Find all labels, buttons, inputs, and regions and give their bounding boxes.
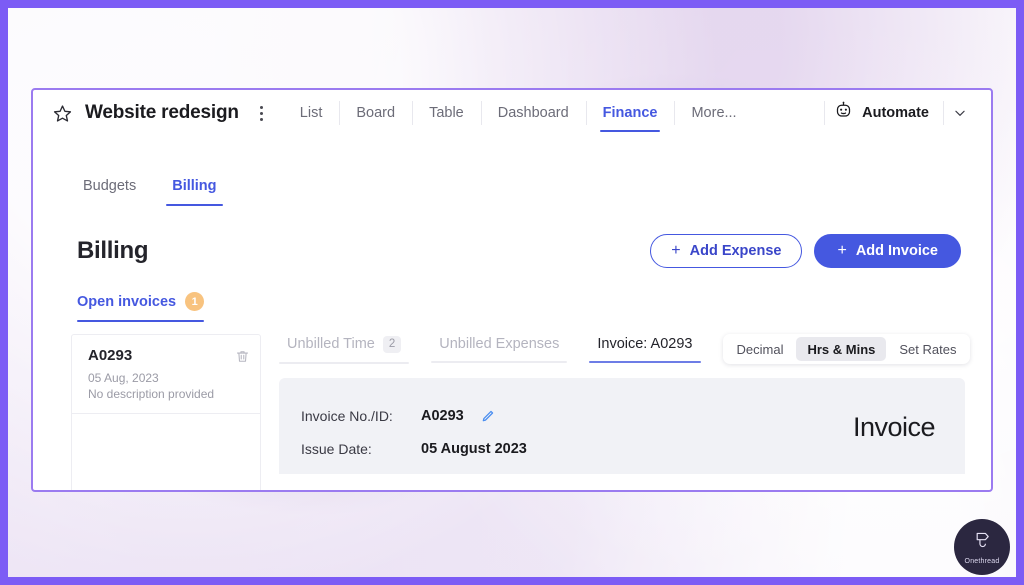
tab-unbilled-expenses-label: Unbilled Expenses <box>439 336 560 352</box>
field-issue-date-label: Issue Date: <box>301 441 372 457</box>
tab-table[interactable]: Table <box>412 90 481 136</box>
automate-label: Automate <box>862 105 929 121</box>
pencil-icon[interactable] <box>480 409 495 424</box>
page-title: Website redesign <box>85 102 239 123</box>
robot-icon <box>834 101 853 125</box>
invoice-summary: A0293 05 Aug, 2023 No description provid… <box>88 347 235 401</box>
billing-actions: + Add Expense + Add Invoice <box>650 234 961 268</box>
tab-table-label: Table <box>429 105 464 121</box>
tab-finance-label: Finance <box>602 105 658 121</box>
invoice-detail-panel: Unbilled Time 2 Unbilled Expenses Invoic… <box>261 334 991 490</box>
billing-body: A0293 05 Aug, 2023 No description provid… <box>33 334 991 490</box>
plus-icon: + <box>671 242 681 259</box>
tab-open-invoices[interactable]: Open invoices 1 <box>77 292 205 322</box>
tab-more[interactable]: More... <box>674 90 753 136</box>
segment-set-rates-label: Set Rates <box>899 341 957 357</box>
app-window: Website redesign List Board Table Dashbo… <box>31 88 993 492</box>
add-invoice-button[interactable]: + Add Invoice <box>814 234 961 268</box>
tab-list[interactable]: List <box>283 90 340 136</box>
add-expense-label: Add Expense <box>689 243 782 259</box>
list-item[interactable]: A0293 05 Aug, 2023 No description provid… <box>72 335 260 414</box>
plus-icon: + <box>837 242 847 259</box>
invoice-description: No description provided <box>88 387 215 401</box>
field-invoice-no-label: Invoice No./ID: <box>301 408 393 424</box>
field-issue-date-value: 05 August 2023 <box>421 441 527 457</box>
add-invoice-label: Add Invoice <box>855 243 938 259</box>
app-topbar: Website redesign List Board Table Dashbo… <box>33 90 991 136</box>
subtab-budgets[interactable]: Budgets <box>77 178 142 206</box>
time-format-segmented-control: Decimal Hrs & Mins Set Rates <box>722 334 971 364</box>
billing-title: Billing <box>77 237 149 264</box>
view-nav: List Board Table Dashboard Finance More.… <box>283 90 754 136</box>
tab-unbilled-time-label: Unbilled Time <box>287 336 375 353</box>
add-expense-button[interactable]: + Add Expense <box>650 234 803 268</box>
open-invoices-count-badge: 1 <box>185 292 205 311</box>
invoice-status-tabs: Open invoices 1 <box>33 292 991 322</box>
invoice-date: 05 Aug, 2023 <box>88 371 159 385</box>
tab-open-invoices-label: Open invoices <box>77 293 177 310</box>
segment-decimal[interactable]: Decimal <box>726 337 795 361</box>
invoice-list: A0293 05 Aug, 2023 No description provid… <box>71 334 261 490</box>
onethread-logo-icon <box>971 529 993 556</box>
tab-invoice-a0293-label: Invoice: A0293 <box>597 336 693 352</box>
segment-hrs-mins-label: Hrs & Mins <box>807 341 876 357</box>
screenshot-root: Website redesign List Board Table Dashbo… <box>0 0 1024 585</box>
segment-decimal-label: Decimal <box>736 341 784 357</box>
invoice-id: A0293 <box>88 347 133 364</box>
subtab-billing-label: Billing <box>172 178 217 194</box>
tab-dashboard[interactable]: Dashboard <box>480 90 586 136</box>
tab-finance[interactable]: Finance <box>585 90 675 136</box>
invoice-detail-tabs: Unbilled Time 2 Unbilled Expenses Invoic… <box>279 334 991 364</box>
finance-subtabs: Budgets Billing <box>33 178 991 206</box>
segment-hrs-mins[interactable]: Hrs & Mins <box>796 337 887 361</box>
topbar-right-actions: Automate <box>824 90 977 136</box>
tab-list-label: List <box>299 105 323 121</box>
onethread-label: Onethread <box>964 558 1000 565</box>
chevron-down-icon[interactable] <box>943 90 977 136</box>
invoice-sheet: Invoice No./ID: A0293 Issue Date: 05 Aug… <box>279 378 965 474</box>
subtab-billing[interactable]: Billing <box>166 178 223 206</box>
tab-board[interactable]: Board <box>339 90 412 136</box>
more-options-icon[interactable] <box>253 103 271 123</box>
trash-icon[interactable] <box>235 347 250 401</box>
onethread-watermark: Onethread <box>954 519 1010 575</box>
invoice-fields: Invoice No./ID: A0293 Issue Date: 05 Aug… <box>301 408 853 474</box>
tab-invoice-a0293[interactable]: Invoice: A0293 <box>589 334 701 363</box>
field-invoice-no: Invoice No./ID: A0293 <box>301 408 853 424</box>
star-icon[interactable] <box>51 102 73 124</box>
tab-more-label: More... <box>691 105 737 121</box>
field-invoice-no-value: A0293 <box>421 408 464 424</box>
invoice-sheet-heading: Invoice <box>852 412 936 442</box>
unbilled-time-count-badge: 2 <box>382 336 402 353</box>
segment-set-rates[interactable]: Set Rates <box>888 337 967 361</box>
subtab-budgets-label: Budgets <box>83 178 137 194</box>
billing-header: Billing + Add Expense + Add Invoice <box>33 234 991 268</box>
tab-board-label: Board <box>356 105 396 121</box>
tab-unbilled-expenses[interactable]: Unbilled Expenses <box>431 334 568 363</box>
tab-unbilled-time[interactable]: Unbilled Time 2 <box>279 334 410 364</box>
field-issue-date: Issue Date: 05 August 2023 <box>301 441 853 457</box>
tab-dashboard-label: Dashboard <box>497 105 569 121</box>
automate-button[interactable]: Automate <box>824 90 943 136</box>
